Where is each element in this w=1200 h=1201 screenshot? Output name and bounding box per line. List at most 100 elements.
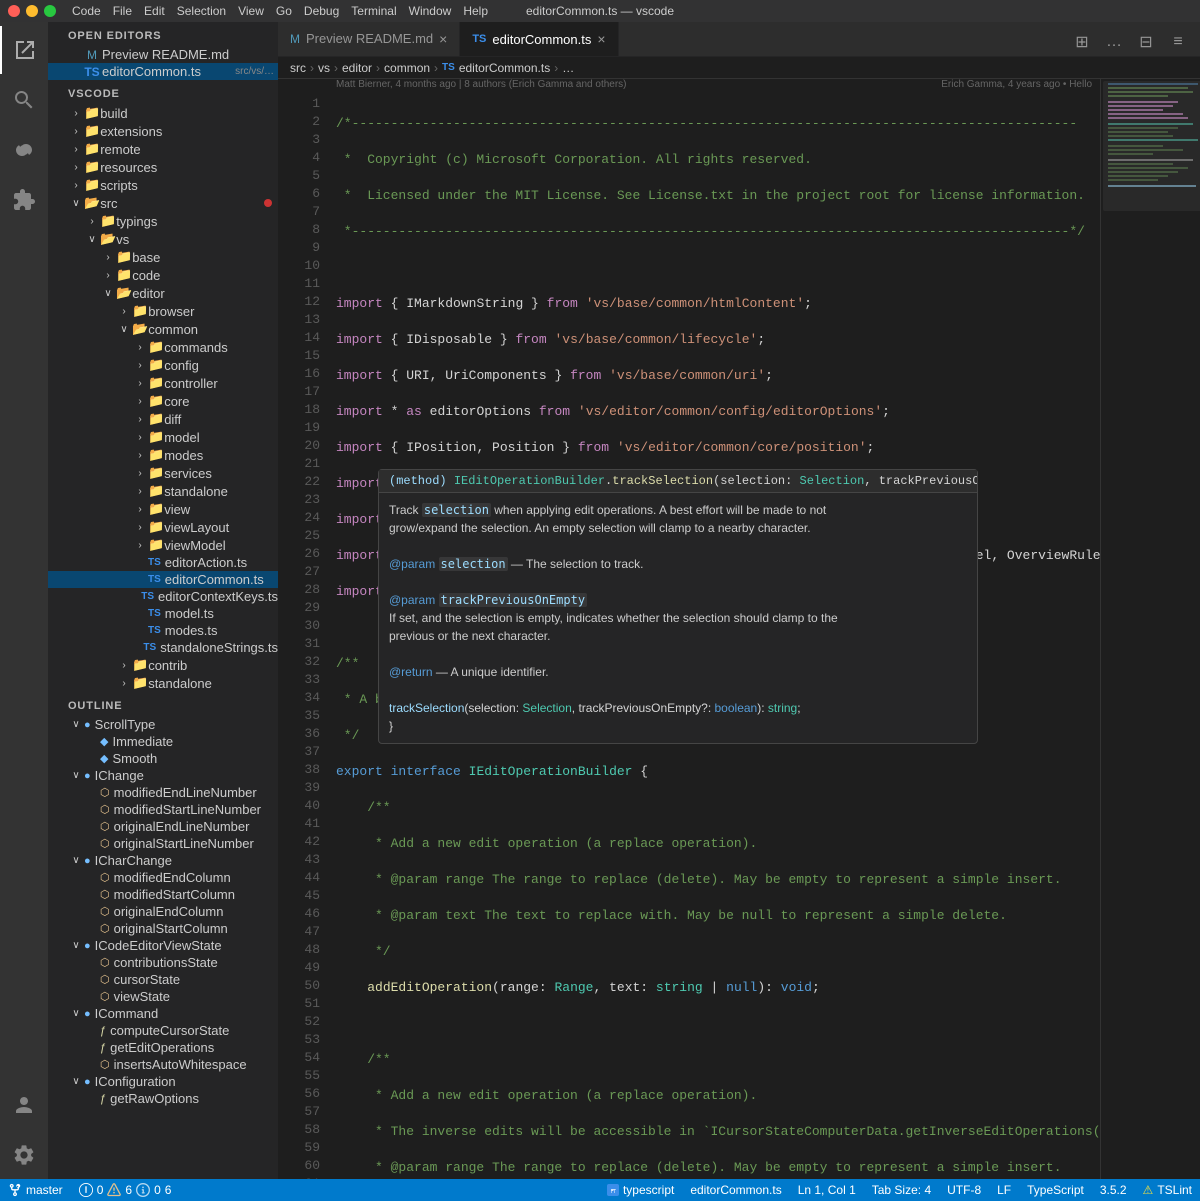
accounts-icon[interactable] (0, 1081, 48, 1129)
typescript-status[interactable]: typescript (599, 1179, 682, 1201)
errors-item[interactable]: 0 6 0 6 (71, 1179, 180, 1201)
breadcrumb-ellipsis[interactable]: … (562, 61, 574, 75)
breadcrumb-toggle[interactable]: ≡ (1164, 28, 1192, 56)
outline-originalstartcolumn[interactable]: ⬡ originalStartColumn (48, 920, 278, 937)
breadcrumb-common[interactable]: common (384, 61, 430, 75)
folder-typings[interactable]: › 📁 typings (48, 212, 278, 230)
folder-editor[interactable]: ∨ 📂 editor (48, 284, 278, 302)
layout-button[interactable]: ⊟ (1132, 28, 1160, 56)
outline-icodeeditorviewstate[interactable]: ∨ ● ICodeEditorViewState (48, 937, 278, 954)
outline-immediate[interactable]: ◆ Immediate (48, 733, 278, 750)
tslint-status[interactable]: ⚠ TSLint (1135, 1179, 1200, 1201)
outline-insertsautowhitespace[interactable]: ⬡ insertsAutoWhitespace (48, 1056, 278, 1073)
file-modes[interactable]: TS modes.ts (48, 622, 278, 639)
folder-vs[interactable]: ∨ 📂 vs (48, 230, 278, 248)
folder-extensions[interactable]: › 📁 extensions (48, 122, 278, 140)
folder-common[interactable]: ∨ 📂 common (48, 320, 278, 338)
outline-icommand[interactable]: ∨ ● ICommand (48, 1005, 278, 1022)
outline-modifiedendcolumn[interactable]: ⬡ modifiedEndColumn (48, 869, 278, 886)
outline-originalendcolumn[interactable]: ⬡ originalEndColumn (48, 903, 278, 920)
outline-originalstartlinenumber[interactable]: ⬡ originalStartLineNumber (48, 835, 278, 852)
tab-editorcommon[interactable]: TS editorCommon.ts × (460, 22, 618, 56)
more-actions-button[interactable]: … (1100, 28, 1128, 56)
menu-view[interactable]: View (238, 4, 264, 18)
folder-diff[interactable]: › 📁 diff (48, 410, 278, 428)
breadcrumb-src[interactable]: src (290, 61, 306, 75)
folder-base[interactable]: › 📁 base (48, 248, 278, 266)
folder-resources[interactable]: › 📁 resources (48, 158, 278, 176)
ts-version-status[interactable]: 3.5.2 (1092, 1179, 1135, 1201)
outline-ichange[interactable]: ∨ ● IChange (48, 767, 278, 784)
folder-standalone[interactable]: › 📁 standalone (48, 482, 278, 500)
menu-help[interactable]: Help (463, 4, 488, 18)
folder-viewlayout[interactable]: › 📁 viewLayout (48, 518, 278, 536)
menu-window[interactable]: Window (409, 4, 452, 18)
outline-scrolltype[interactable]: ∨ ● ScrollType (48, 716, 278, 733)
outline-geteditoperations[interactable]: ƒ getEditOperations (48, 1039, 278, 1056)
explorer-icon[interactable] (0, 26, 48, 74)
maximize-button[interactable] (44, 5, 56, 17)
git-branch-item[interactable]: master (0, 1179, 71, 1201)
menu-debug[interactable]: Debug (304, 4, 339, 18)
folder-src[interactable]: ∨ 📂 src (48, 194, 278, 212)
tab-close-button[interactable]: × (597, 31, 605, 47)
outline-icharchange[interactable]: ∨ ● ICharChange (48, 852, 278, 869)
outline-contributionsstate[interactable]: ⬡ contributionsState (48, 954, 278, 971)
code-area[interactable]: /*--------------------------------------… (328, 79, 1100, 1179)
outline-smooth[interactable]: ◆ Smooth (48, 750, 278, 767)
outline-originalendlinenumber[interactable]: ⬡ originalEndLineNumber (48, 818, 278, 835)
open-editor-editorcommon[interactable]: TS editorCommon.ts src/vs/… (48, 63, 278, 80)
outline-viewstate[interactable]: ⬡ viewState (48, 988, 278, 1005)
folder-core[interactable]: › 📁 core (48, 392, 278, 410)
menu-selection[interactable]: Selection (177, 4, 226, 18)
menu-code[interactable]: Code (72, 4, 101, 18)
outline-cursorstate[interactable]: ⬡ cursorState (48, 971, 278, 988)
close-button[interactable] (8, 5, 20, 17)
encoding-status[interactable]: UTF-8 (939, 1179, 989, 1201)
folder-services[interactable]: › 📁 services (48, 464, 278, 482)
file-editoraction[interactable]: TS editorAction.ts (48, 554, 278, 571)
menu-edit[interactable]: Edit (144, 4, 165, 18)
outline-modifiedstartcolumn[interactable]: ⬡ modifiedStartColumn (48, 886, 278, 903)
folder-model[interactable]: › 📁 model (48, 428, 278, 446)
settings-icon[interactable] (0, 1131, 48, 1179)
outline-getrawoptions[interactable]: ƒ getRawOptions (48, 1090, 278, 1107)
menu-go[interactable]: Go (276, 4, 292, 18)
file-standalonestrings[interactable]: TS standaloneStrings.ts (48, 639, 278, 656)
menu-terminal[interactable]: Terminal (351, 4, 396, 18)
folder-modes[interactable]: › 📁 modes (48, 446, 278, 464)
folder-build[interactable]: › 📁 build (48, 104, 278, 122)
folder-controller[interactable]: › 📁 controller (48, 374, 278, 392)
breadcrumb-vs[interactable]: vs (318, 61, 330, 75)
split-editor-button[interactable]: ⊞ (1068, 28, 1096, 56)
outline-iconfiguration[interactable]: ∨ ● IConfiguration (48, 1073, 278, 1090)
breadcrumb-filename[interactable]: editorCommon.ts (459, 61, 550, 75)
source-control-icon[interactable] (0, 126, 48, 174)
folder-contrib[interactable]: › 📁 contrib (48, 656, 278, 674)
folder-config[interactable]: › 📁 config (48, 356, 278, 374)
open-editor-readme[interactable]: M Preview README.md (48, 46, 278, 63)
breadcrumb-editor[interactable]: editor (342, 61, 372, 75)
folder-browser[interactable]: › 📁 browser (48, 302, 278, 320)
minimap[interactable] (1100, 79, 1200, 1179)
folder-remote[interactable]: › 📁 remote (48, 140, 278, 158)
minimize-button[interactable] (26, 5, 38, 17)
file-editorcommon[interactable]: TS editorCommon.ts (48, 571, 278, 588)
folder-code[interactable]: › 📁 code (48, 266, 278, 284)
file-name-status[interactable]: editorCommon.ts (682, 1179, 789, 1201)
tab-close-button[interactable]: × (439, 31, 447, 47)
file-type-status[interactable]: TypeScript (1019, 1179, 1092, 1201)
folder-view[interactable]: › 📁 view (48, 500, 278, 518)
tab-preview-readme[interactable]: M Preview README.md × (278, 22, 460, 56)
tab-size-status[interactable]: Tab Size: 4 (864, 1179, 939, 1201)
search-icon[interactable] (0, 76, 48, 124)
folder-scripts[interactable]: › 📁 scripts (48, 176, 278, 194)
outline-modifiedstartlinenumber[interactable]: ⬡ modifiedStartLineNumber (48, 801, 278, 818)
folder-standalone2[interactable]: › 📁 standalone (48, 674, 278, 692)
folder-viewmodel[interactable]: › 📁 viewModel (48, 536, 278, 554)
outline-computecursorstate[interactable]: ƒ computeCursorState (48, 1022, 278, 1039)
outline-modifiedendlinenumber[interactable]: ⬡ modifiedEndLineNumber (48, 784, 278, 801)
file-editorcontextkeys[interactable]: TS editorContextKeys.ts (48, 588, 278, 605)
menu-file[interactable]: File (113, 4, 132, 18)
line-endings-status[interactable]: LF (989, 1179, 1019, 1201)
